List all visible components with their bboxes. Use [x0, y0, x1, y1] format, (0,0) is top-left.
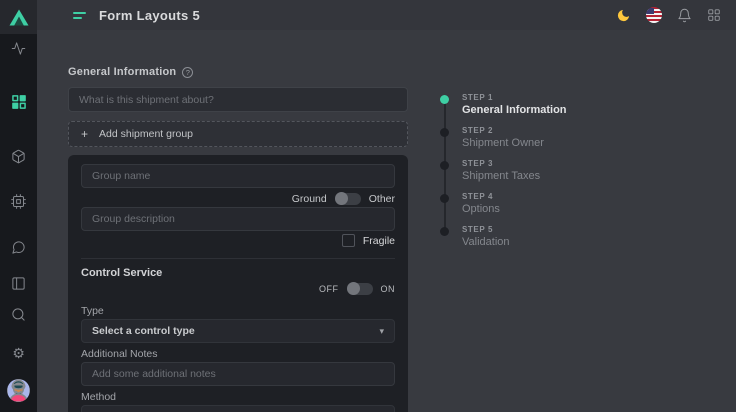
shipment-about-input[interactable]	[68, 87, 408, 112]
apps-grid-icon[interactable]	[707, 8, 721, 22]
control-type-select[interactable]: Select a control type ▾	[81, 319, 395, 343]
gear-icon: ⚙	[12, 347, 25, 361]
cpu-icon	[11, 194, 26, 209]
step-label: STEP 5	[462, 225, 510, 234]
chevron-down-icon: ▾	[379, 326, 384, 337]
menu-toggle-icon[interactable]	[73, 12, 86, 19]
fragile-row: Fragile	[81, 234, 395, 247]
sidebar-item-activity[interactable]	[0, 39, 37, 57]
stepper-step-3[interactable]: STEP 3 Shipment Taxes	[440, 159, 567, 192]
off-label: OFF	[319, 284, 339, 294]
step-label: STEP 1	[462, 93, 567, 102]
step-title: Shipment Owner	[462, 137, 544, 149]
section-title: General Information	[68, 66, 176, 78]
control-type-value: Select a control type	[92, 325, 195, 337]
stepper-step-5[interactable]: STEP 5 Validation	[440, 225, 567, 258]
step-title: General Information	[462, 104, 567, 116]
group-description-input[interactable]	[81, 207, 395, 231]
ground-other-toggle-row: Ground Other	[81, 192, 395, 205]
page-title: Form Layouts 5	[99, 8, 200, 23]
sidebar-item-packages[interactable]	[0, 147, 37, 165]
step-label: STEP 2	[462, 126, 544, 135]
additional-notes-input[interactable]	[81, 362, 395, 386]
on-label: ON	[381, 284, 396, 294]
sidebar-item-components[interactable]	[0, 192, 37, 210]
theme-moon-icon[interactable]	[616, 8, 631, 23]
step-label: STEP 3	[462, 159, 540, 168]
fragile-checkbox[interactable]	[342, 234, 355, 247]
step-title: Validation	[462, 236, 510, 248]
avatar	[7, 379, 30, 402]
shipment-form: General Information ? + Add shipment gro…	[68, 66, 408, 412]
stepper-step-2[interactable]: STEP 2 Shipment Owner	[440, 126, 567, 159]
method-label: Method	[81, 391, 395, 403]
language-flag-icon[interactable]	[646, 7, 662, 23]
fragile-label: Fragile	[363, 235, 395, 247]
shipment-group-card: Ground Other Fragile Control Service OFF…	[68, 155, 408, 412]
notes-label: Additional Notes	[81, 348, 395, 360]
form-stepper: STEP 1 General Information STEP 2 Shipme…	[440, 93, 567, 258]
sidebar-user-avatar[interactable]	[0, 378, 37, 402]
step-title: Options	[462, 203, 500, 215]
package-icon	[11, 149, 26, 164]
sidebar: ⚙	[0, 0, 37, 412]
step-dot	[440, 128, 449, 137]
add-shipment-group-label: Add shipment group	[99, 128, 193, 140]
top-bar: Form Layouts 5	[37, 0, 736, 30]
sidebar-item-forms[interactable]	[0, 93, 37, 111]
step-title: Shipment Taxes	[462, 170, 540, 182]
other-label: Other	[369, 193, 395, 205]
notifications-bell-icon[interactable]	[677, 8, 692, 23]
sidebar-item-chat[interactable]	[0, 238, 37, 256]
step-dot	[440, 95, 449, 104]
off-on-toggle-row: OFF ON	[81, 282, 395, 295]
step-label: STEP 4	[462, 192, 500, 201]
ground-label: Ground	[292, 193, 327, 205]
logo-triangle-icon	[9, 9, 29, 26]
sidebar-item-panel-toggle[interactable]	[0, 274, 37, 292]
add-shipment-group-button[interactable]: + Add shipment group	[68, 121, 408, 147]
off-on-switch[interactable]	[347, 283, 373, 295]
stepper-step-1[interactable]: STEP 1 General Information	[440, 93, 567, 126]
plus-icon: +	[81, 127, 88, 141]
control-service-title: Control Service	[81, 267, 395, 280]
step-dot	[440, 227, 449, 236]
ground-other-switch[interactable]	[335, 193, 361, 205]
type-label: Type	[81, 305, 395, 317]
activity-icon	[11, 41, 26, 56]
group-name-input[interactable]	[81, 164, 395, 188]
app-logo[interactable]	[0, 0, 37, 34]
stepper-step-4[interactable]: STEP 4 Options	[440, 192, 567, 225]
sidebar-item-search[interactable]	[0, 305, 37, 323]
sidebar-item-settings[interactable]: ⚙	[0, 345, 37, 363]
step-dot	[440, 194, 449, 203]
storage-method-select[interactable]: Select a storage ▾	[81, 405, 395, 412]
card-divider	[81, 258, 395, 259]
sidebar-panel-icon	[11, 276, 26, 291]
search-icon	[11, 307, 26, 322]
step-dot	[440, 161, 449, 170]
chat-bubble-icon	[11, 240, 26, 255]
dashboard-grid-icon	[12, 95, 26, 109]
main-content: General Information ? + Add shipment gro…	[37, 30, 736, 412]
help-icon[interactable]: ?	[182, 67, 193, 78]
